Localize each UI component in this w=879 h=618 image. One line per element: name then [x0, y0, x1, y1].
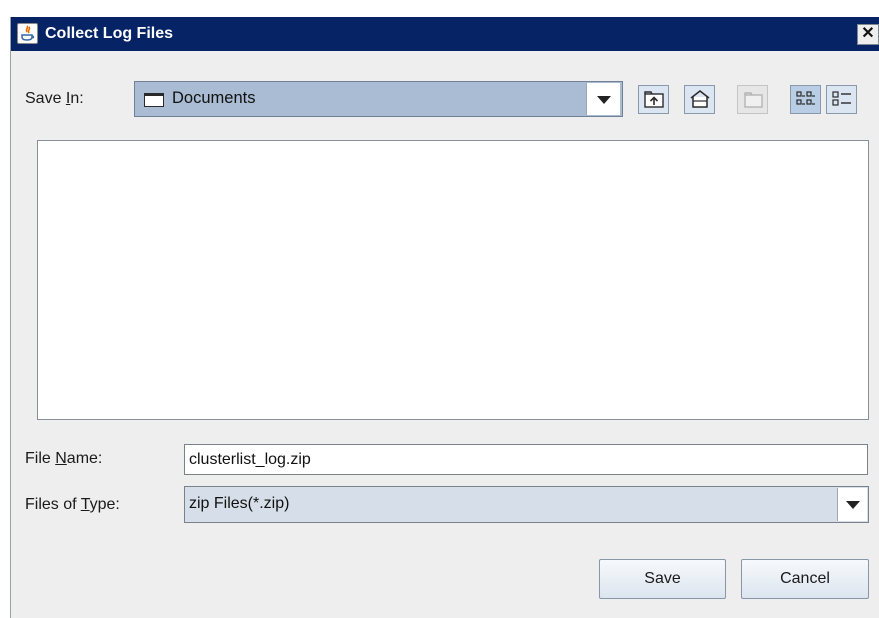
up-one-level-button[interactable] [638, 85, 669, 114]
home-icon [690, 90, 710, 108]
home-button[interactable] [684, 85, 715, 114]
create-new-folder-button[interactable] [737, 85, 768, 114]
title-bar[interactable]: Collect Log Files ✕ [11, 17, 879, 51]
folder-icon [144, 93, 164, 107]
files-of-type-value: zip Files(*.zip) [189, 495, 290, 512]
up-one-level-icon [644, 91, 664, 108]
close-button[interactable]: ✕ [857, 24, 879, 45]
files-of-type-combo[interactable]: zip Files(*.zip) [184, 486, 869, 523]
cancel-button[interactable]: Cancel [741, 559, 869, 599]
dialog-title: Collect Log Files [45, 25, 174, 42]
save-in-dropdown-button[interactable] [586, 83, 620, 115]
java-app-icon [17, 23, 38, 44]
save-button[interactable]: Save [599, 559, 726, 599]
details-view-icon [832, 91, 851, 106]
save-in-label: Save In: [25, 90, 84, 107]
files-of-type-label: Files of Type: [25, 496, 120, 513]
file-name-field[interactable] [184, 444, 868, 475]
collect-log-files-dialog: Collect Log Files ✕ Save In: Documents F… [10, 17, 879, 618]
create-new-folder-icon [744, 92, 763, 108]
chevron-down-icon [597, 96, 611, 104]
file-list-pane[interactable] [37, 140, 869, 420]
details-view-button[interactable] [826, 85, 857, 114]
files-of-type-dropdown-button[interactable] [837, 488, 867, 521]
save-in-value: Documents [172, 89, 256, 107]
save-in-combo[interactable]: Documents [134, 81, 623, 117]
chevron-down-icon [846, 501, 860, 509]
file-name-input[interactable] [185, 445, 867, 474]
file-name-label: File Name: [25, 450, 103, 467]
list-view-icon [796, 91, 815, 105]
list-view-button[interactable] [790, 85, 821, 114]
